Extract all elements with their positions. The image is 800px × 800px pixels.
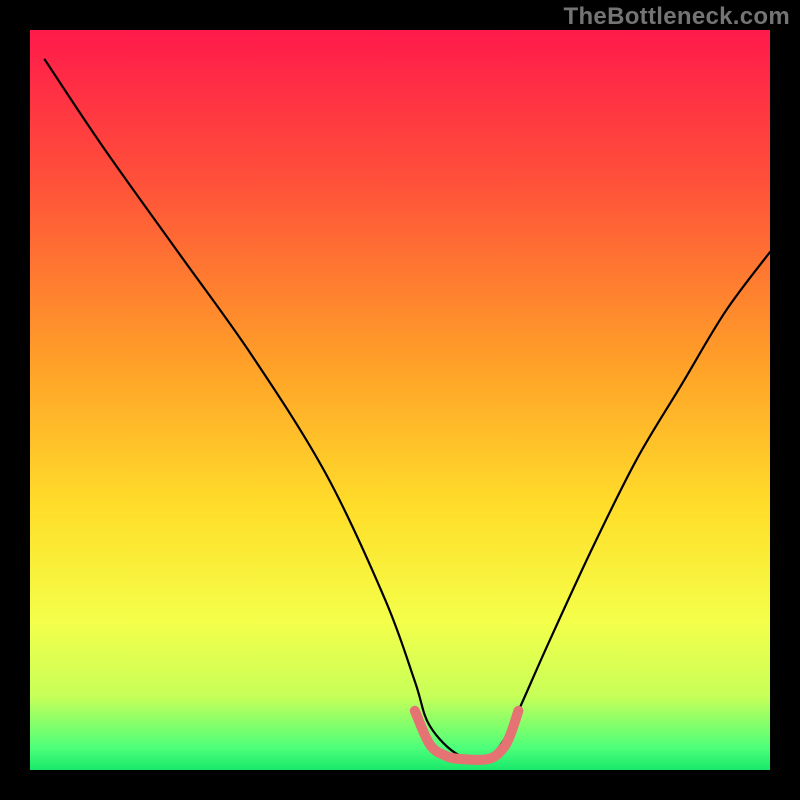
- chart-frame: TheBottleneck.com: [0, 0, 800, 800]
- gradient-background: [30, 30, 770, 770]
- plot-area: [30, 30, 770, 770]
- bottleneck-chart: [30, 30, 770, 770]
- watermark-text: TheBottleneck.com: [564, 3, 790, 31]
